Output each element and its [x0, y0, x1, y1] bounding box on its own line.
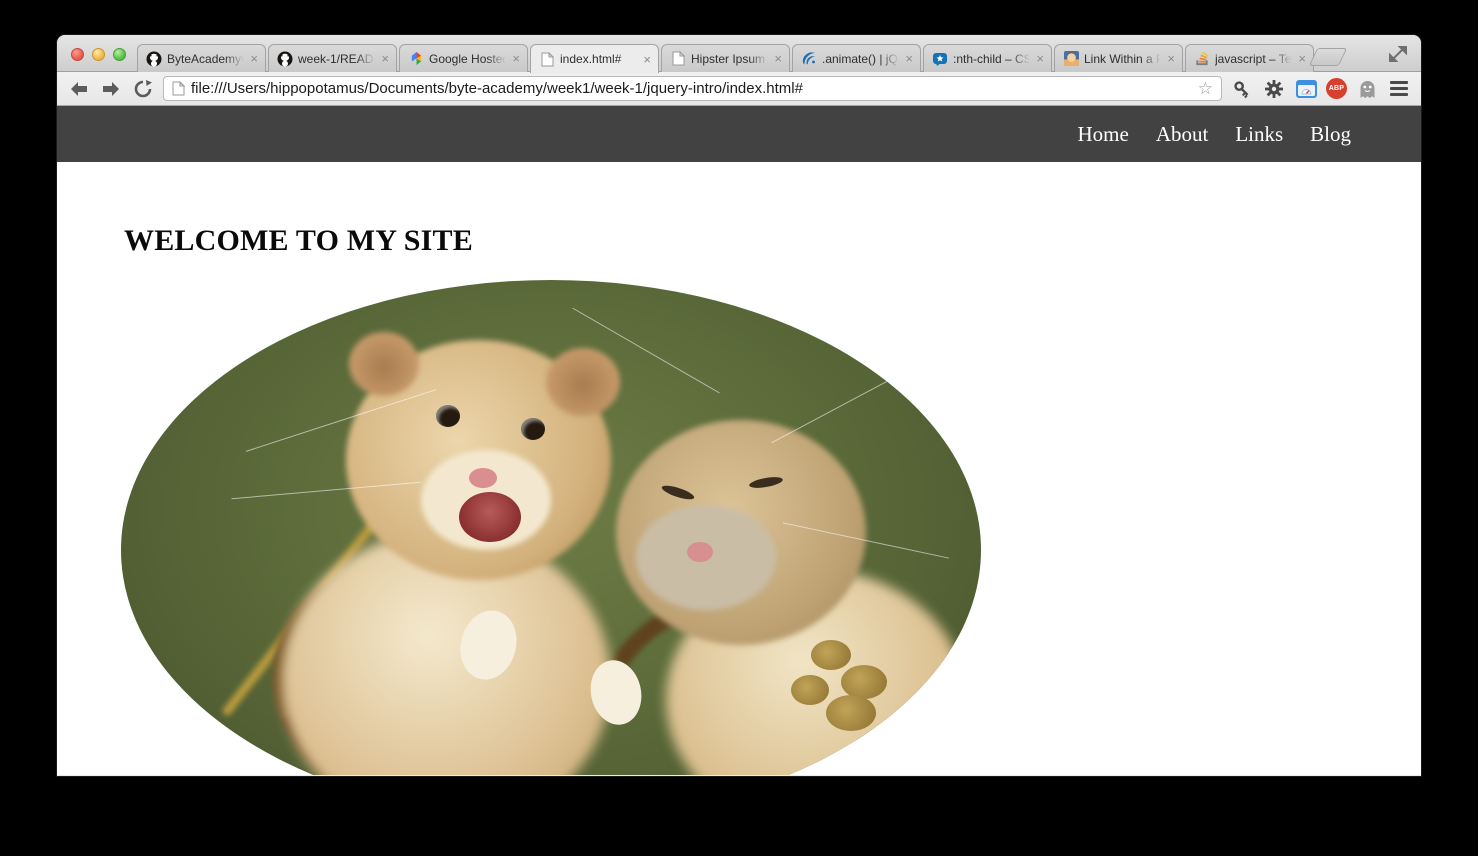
- tab-byteacademy[interactable]: ByteAcademyCo ×: [137, 44, 266, 72]
- right-mouse-nose: [687, 542, 713, 562]
- tab-title: :nth-child – CSS: [953, 52, 1030, 66]
- new-tab-button[interactable]: [1309, 48, 1347, 66]
- tab-close-icon[interactable]: ×: [1166, 52, 1176, 65]
- screenshot-window-extension-icon[interactable]: [1294, 77, 1318, 101]
- left-mouse-eye: [521, 418, 545, 440]
- chrome-menu-icon[interactable]: [1387, 77, 1411, 101]
- tab-strip: ByteAcademyCo × week-1/READM × Google Ho…: [57, 35, 1421, 72]
- back-button[interactable]: [67, 77, 91, 101]
- password-key-extension-icon[interactable]: [1230, 77, 1254, 101]
- tab-google-hosted[interactable]: Google Hosted L ×: [399, 44, 528, 72]
- seed-cluster: [791, 675, 829, 705]
- avatar-icon: [1063, 51, 1079, 67]
- tab-title: index.html#: [560, 52, 637, 66]
- tab-close-icon[interactable]: ×: [1035, 52, 1045, 65]
- jquery-icon: [801, 51, 817, 67]
- github-icon: [146, 51, 162, 67]
- tab-close-icon[interactable]: ×: [511, 52, 521, 65]
- left-mouse-nose: [469, 468, 497, 488]
- ghostery-extension-icon[interactable]: [1355, 77, 1379, 101]
- page-title: WELCOME TO MY SITE: [124, 224, 1421, 258]
- browser-toolbar: file:///Users/hippopotamus/Documents/byt…: [57, 72, 1421, 106]
- tab-title: ByteAcademyCo: [167, 52, 244, 66]
- zoom-window-button[interactable]: [113, 48, 126, 61]
- seed-cluster: [811, 640, 851, 670]
- left-mouse-ear: [546, 348, 620, 416]
- tab-close-icon[interactable]: ×: [904, 52, 914, 65]
- tab-close-icon[interactable]: ×: [642, 53, 652, 66]
- nav-link-home[interactable]: Home: [1077, 122, 1128, 147]
- document-icon: [670, 51, 686, 67]
- seed-cluster: [841, 665, 887, 699]
- css-tricks-icon: [932, 51, 948, 67]
- address-bar[interactable]: file:///Users/hippopotamus/Documents/byt…: [163, 76, 1222, 101]
- window-controls: [71, 48, 126, 61]
- settings-gear-extension-icon[interactable]: [1262, 77, 1286, 101]
- tab-week1-readme[interactable]: week-1/READM ×: [268, 44, 397, 72]
- tab-close-icon[interactable]: ×: [773, 52, 783, 65]
- nav-link-blog[interactable]: Blog: [1310, 122, 1351, 147]
- github-icon: [277, 51, 293, 67]
- close-window-button[interactable]: [71, 48, 84, 61]
- tab-close-icon[interactable]: ×: [1297, 52, 1307, 65]
- left-mouse-open-mouth: [459, 492, 521, 542]
- fullscreen-expand-icon[interactable]: [1389, 45, 1407, 63]
- nav-link-about[interactable]: About: [1156, 122, 1209, 147]
- url-text[interactable]: file:///Users/hippopotamus/Documents/byt…: [191, 80, 1192, 97]
- site-nav-bar: Home About Links Blog: [57, 106, 1421, 162]
- tab-title: Hipster Ipsum |: [691, 52, 768, 66]
- browser-window: ByteAcademyCo × week-1/READM × Google Ho…: [57, 35, 1421, 776]
- tab-title: Link Within a Pa: [1084, 52, 1161, 66]
- tab-javascript-test[interactable]: javascript – Tes ×: [1185, 44, 1314, 72]
- document-icon: [539, 51, 555, 67]
- stackoverflow-icon: [1194, 51, 1210, 67]
- tab-title: Google Hosted L: [429, 52, 506, 66]
- google-icon: [408, 51, 424, 67]
- seed-cluster: [826, 695, 876, 731]
- left-mouse-eye: [436, 405, 460, 427]
- tab-jquery-animate[interactable]: .animate() | jQu ×: [792, 44, 921, 72]
- hero-image-dormice: [121, 280, 981, 775]
- tab-title: javascript – Tes: [1215, 52, 1292, 66]
- page-document-icon: [172, 81, 185, 96]
- tab-title: .animate() | jQu: [822, 52, 899, 66]
- tab-title: week-1/READM: [298, 52, 375, 66]
- forward-button[interactable]: [99, 77, 123, 101]
- tab-close-icon[interactable]: ×: [380, 52, 390, 65]
- adblock-plus-extension-icon[interactable]: ABP: [1326, 78, 1347, 99]
- left-mouse-ear: [349, 332, 419, 396]
- bookmark-star-icon[interactable]: ☆: [1198, 79, 1213, 99]
- tab-nth-child-css-tricks[interactable]: :nth-child – CSS ×: [923, 44, 1052, 72]
- tab-hipster-ipsum[interactable]: Hipster Ipsum | ×: [661, 44, 790, 72]
- tab-list: ByteAcademyCo × week-1/READM × Google Ho…: [137, 44, 1316, 72]
- whisker: [771, 358, 930, 443]
- nav-link-links[interactable]: Links: [1235, 122, 1283, 147]
- reload-button[interactable]: [131, 77, 155, 101]
- web-page: Home About Links Blog WELCOME TO MY SITE: [57, 106, 1421, 775]
- minimize-window-button[interactable]: [92, 48, 105, 61]
- tab-index-html-active[interactable]: index.html# ×: [530, 44, 659, 73]
- tab-close-icon[interactable]: ×: [249, 52, 259, 65]
- tab-link-within-page[interactable]: Link Within a Pa ×: [1054, 44, 1183, 72]
